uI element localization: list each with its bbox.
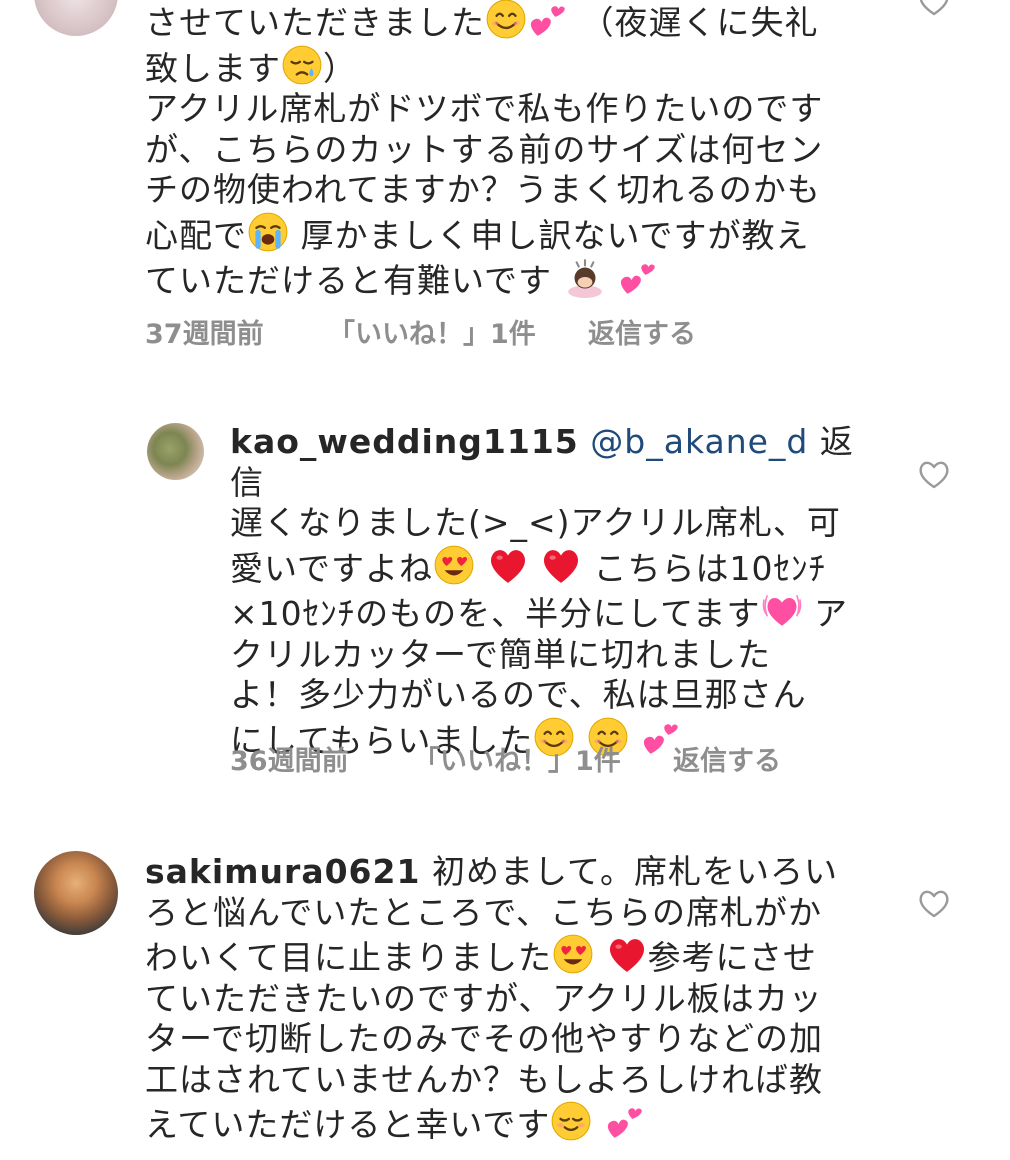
username-link[interactable]: kao_wedding1115 xyxy=(230,422,579,461)
username-link[interactable]: sakimura0621 xyxy=(145,852,420,891)
red-heart-icon xyxy=(606,933,648,975)
heart-outline-icon[interactable] xyxy=(917,459,951,489)
two-hearts-icon xyxy=(617,256,659,298)
reply-button[interactable]: 返信する xyxy=(588,312,696,351)
heart-outline-icon[interactable] xyxy=(917,0,951,16)
beating-heart-icon xyxy=(761,589,803,631)
heart-eyes-face-icon xyxy=(552,933,594,975)
relieved-face-icon xyxy=(550,1100,592,1142)
sleepy-face-icon xyxy=(281,44,323,86)
heart-eyes-face-icon xyxy=(433,544,475,586)
avatar[interactable] xyxy=(34,851,118,935)
comment-time: 36週間前 xyxy=(230,746,349,777)
comment-time: 37週間前 xyxy=(145,319,264,350)
smiling-face-icon xyxy=(485,0,527,40)
likes-count-button[interactable]: 「いいね！」1件 xyxy=(413,739,621,778)
likes-count-button[interactable]: 「いいね！」1件 xyxy=(328,312,536,351)
red-heart-icon xyxy=(540,544,582,586)
two-hearts-icon xyxy=(604,1100,646,1142)
comment-text: sakimura0621 初めまして。席札をいろい ろと悩んでいたところで、こち… xyxy=(145,852,838,1144)
mention-link[interactable]: @b_akane_d xyxy=(590,422,808,461)
comment-text: させていただきました （夜遅くに失礼 致します） アクリル席札がドツボで私も作り… xyxy=(145,0,865,302)
two-hearts-icon xyxy=(527,0,569,40)
loudly-crying-face-icon xyxy=(247,211,289,253)
heart-outline-icon[interactable] xyxy=(917,888,951,918)
red-heart-icon xyxy=(487,544,529,586)
comment-text: kao_wedding1115 @b_akane_d 返信 遅くなりました(>_… xyxy=(230,422,854,760)
avatar[interactable] xyxy=(34,0,118,36)
person-bowing-icon xyxy=(564,256,606,298)
avatar[interactable] xyxy=(147,423,204,480)
reply-button[interactable]: 返信する xyxy=(673,739,781,778)
